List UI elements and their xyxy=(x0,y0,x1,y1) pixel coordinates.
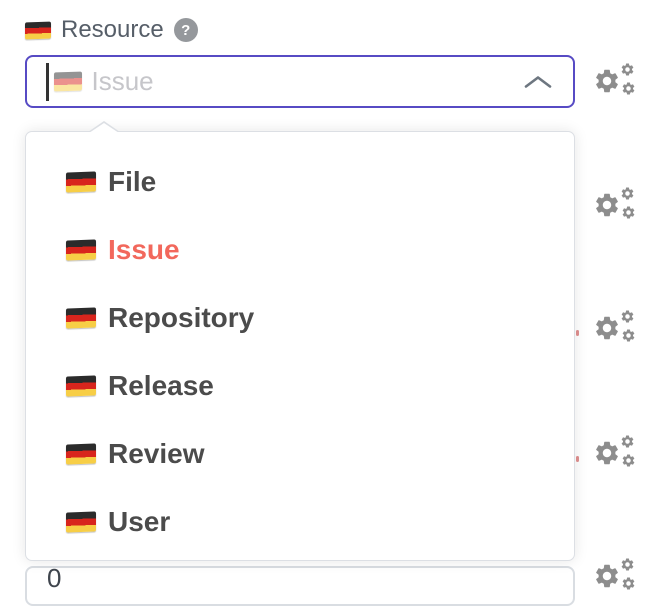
field-settings-gears-icon[interactable] xyxy=(593,556,639,594)
dropdown-option-label: Repository xyxy=(108,302,254,334)
dropdown-option-label: User xyxy=(108,506,170,538)
text-cursor xyxy=(46,63,49,101)
dropdown-option-review[interactable]: Review xyxy=(26,420,574,488)
dropdown-option-label: Issue xyxy=(108,234,180,266)
dropdown-option-user[interactable]: User xyxy=(26,488,574,556)
dropdown-option-label: Release xyxy=(108,370,214,402)
resource-dropdown-menu: File Issue Repository Release Review Use… xyxy=(25,131,575,561)
german-flag-icon xyxy=(25,21,51,39)
field-label-row: Resource ? xyxy=(25,16,198,44)
dropdown-option-label: File xyxy=(108,166,156,198)
occluded-red-fragment xyxy=(576,456,579,462)
resource-select[interactable]: Issue xyxy=(25,55,575,108)
occluded-field-text: 0 xyxy=(47,565,61,604)
dropdown-option-label: Review xyxy=(108,438,205,470)
chevron-up-icon[interactable] xyxy=(523,74,553,90)
german-flag-icon xyxy=(66,171,96,192)
field-settings-gears-icon[interactable] xyxy=(593,61,639,99)
german-flag-icon xyxy=(66,307,96,328)
field-settings-gears-icon[interactable] xyxy=(593,185,639,223)
german-flag-icon xyxy=(66,375,96,396)
occluded-field-box: 0 xyxy=(25,566,575,606)
select-placeholder: Issue xyxy=(92,66,154,97)
dropdown-option-repository[interactable]: Repository xyxy=(26,284,574,352)
field-settings-gears-icon[interactable] xyxy=(593,433,639,471)
german-flag-icon xyxy=(66,443,96,464)
field-label: Resource xyxy=(61,16,164,44)
dropdown-options-list: File Issue Repository Release Review Use… xyxy=(26,148,574,556)
german-flag-icon xyxy=(66,511,96,532)
dropdown-option-release[interactable]: Release xyxy=(26,352,574,420)
german-flag-icon xyxy=(54,72,82,92)
dropdown-option-file[interactable]: File xyxy=(26,148,574,216)
dropdown-option-issue[interactable]: Issue xyxy=(26,216,574,284)
field-settings-gears-icon[interactable] xyxy=(593,308,639,346)
german-flag-icon xyxy=(66,239,96,260)
form-region: { "colors": { "accent_purple": "#574bc4"… xyxy=(0,0,650,572)
help-icon[interactable]: ? xyxy=(174,18,198,42)
dropdown-notch xyxy=(89,123,119,133)
occluded-red-fragment xyxy=(576,330,579,336)
